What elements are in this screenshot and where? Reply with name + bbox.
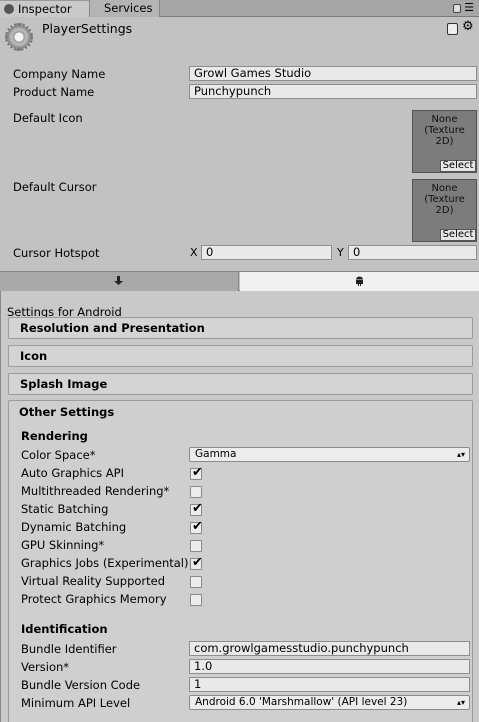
min-api-dropdown[interactable]: Android 6.0 'Marshmallow' (API level 23)… [189, 695, 470, 710]
tab-services[interactable]: Services [90, 0, 160, 17]
rendering-row-checkbox[interactable] [190, 576, 202, 588]
platform-tabs [0, 271, 479, 291]
rendering-row-checkbox[interactable] [190, 594, 202, 606]
section-icon[interactable]: Icon [8, 345, 473, 367]
texture-type-text: (Texture [424, 125, 465, 136]
bundle-code-field[interactable]: 1 [189, 677, 470, 692]
checkmark-icon: ✔ [192, 555, 203, 570]
hotspot-x-label: X [190, 246, 198, 259]
color-space-label: Color Space* [21, 448, 96, 462]
identification-heading: Identification [21, 622, 108, 636]
dropdown-arrows-icon: ▴▾ [456, 698, 465, 707]
menu-icon[interactable]: ☰ [464, 2, 474, 13]
platform-tab-standalone[interactable] [0, 272, 239, 291]
cursor-hotspot-label: Cursor Hotspot [13, 246, 100, 260]
rendering-row-checkbox[interactable]: ✔ [190, 519, 203, 534]
window-tab-bar: Inspector Services ☰ [0, 0, 479, 17]
color-space-dropdown[interactable]: Gamma ▴▾ [189, 447, 470, 462]
section-resolution[interactable]: Resolution and Presentation [8, 317, 473, 339]
rendering-row-label: Virtual Reality Supported [21, 574, 166, 588]
help-book-icon[interactable] [447, 23, 458, 35]
player-settings-gear-icon [5, 23, 33, 51]
rendering-row-label: Graphics Jobs (Experimental) [21, 556, 189, 570]
rendering-row-checkbox[interactable]: ✔ [190, 555, 203, 570]
company-name-label: Company Name [13, 67, 106, 81]
company-name-field[interactable]: Growl Games Studio [189, 66, 477, 81]
rendering-row-checkbox[interactable]: ✔ [190, 501, 203, 516]
default-icon-texture-slot[interactable]: None (Texture 2D) Select [412, 110, 477, 173]
min-api-label: Minimum API Level [21, 696, 131, 710]
lock-icon[interactable] [453, 4, 461, 13]
default-cursor-select-button[interactable]: Select [440, 229, 476, 241]
rendering-row-checkbox[interactable]: ✔ [190, 465, 203, 480]
page-title: PlayerSettings [42, 21, 133, 36]
rendering-row-label: Auto Graphics API [21, 466, 124, 480]
min-api-value: Android 6.0 'Marshmallow' (API level 23) [195, 696, 408, 708]
hotspot-y-field[interactable]: 0 [348, 245, 477, 260]
texture-none-text: None [431, 114, 458, 125]
tab-services-label: Services [104, 1, 153, 15]
tab-inspector-label: Inspector [18, 2, 72, 16]
rendering-row-label: Static Batching [21, 502, 109, 516]
rendering-row-label: Protect Graphics Memory [21, 592, 167, 606]
version-field[interactable]: 1.0 [189, 659, 470, 674]
dropdown-arrows-icon: ▴▾ [456, 450, 465, 459]
bundle-id-field[interactable]: com.growlgamesstudio.punchypunch [189, 641, 470, 656]
product-name-field[interactable]: Punchypunch [189, 84, 477, 99]
rendering-row-checkbox[interactable] [190, 540, 202, 552]
bundle-id-label: Bundle Identifier [21, 642, 117, 656]
rendering-row-checkbox[interactable] [190, 486, 202, 498]
default-cursor-texture-slot[interactable]: None (Texture 2D) Select [412, 179, 477, 242]
settings-gear-icon[interactable]: ⚙ [462, 20, 474, 34]
product-name-label: Product Name [13, 85, 95, 99]
texture-dim-text: 2D) [435, 136, 454, 147]
section-other-label[interactable]: Other Settings [19, 405, 114, 419]
section-splash-label: Splash Image [20, 377, 108, 391]
color-space-value: Gamma [195, 448, 237, 460]
hotspot-y-label: Y [337, 246, 344, 259]
download-arrow-icon [114, 276, 123, 285]
checkmark-icon: ✔ [192, 465, 203, 480]
rendering-row-label: GPU Skinning* [21, 538, 105, 552]
hotspot-x-field[interactable]: 0 [201, 245, 332, 260]
rendering-row-label: Multithreaded Rendering* [21, 484, 170, 498]
bundle-code-label: Bundle Version Code [21, 678, 141, 692]
platform-tab-android[interactable] [240, 272, 479, 291]
checkmark-icon: ✔ [192, 501, 203, 516]
section-icon-label: Icon [20, 349, 48, 363]
rendering-row-label: Dynamic Batching [21, 520, 127, 534]
default-cursor-label: Default Cursor [13, 180, 97, 194]
checkmark-icon: ✔ [192, 519, 203, 534]
section-splash[interactable]: Splash Image [8, 373, 473, 395]
texture-dim-text: 2D) [435, 205, 454, 216]
inspector-header: PlayerSettings ⚙ [0, 17, 479, 60]
texture-none-text: None [431, 183, 458, 194]
android-icon [355, 276, 363, 286]
section-resolution-label: Resolution and Presentation [20, 321, 205, 335]
version-label: Version* [21, 660, 70, 674]
info-icon [4, 4, 14, 14]
default-icon-label: Default Icon [13, 111, 83, 125]
default-icon-select-button[interactable]: Select [440, 160, 476, 172]
texture-type-text: (Texture [424, 194, 465, 205]
tab-inspector[interactable]: Inspector [0, 0, 90, 17]
rendering-heading: Rendering [21, 429, 88, 443]
